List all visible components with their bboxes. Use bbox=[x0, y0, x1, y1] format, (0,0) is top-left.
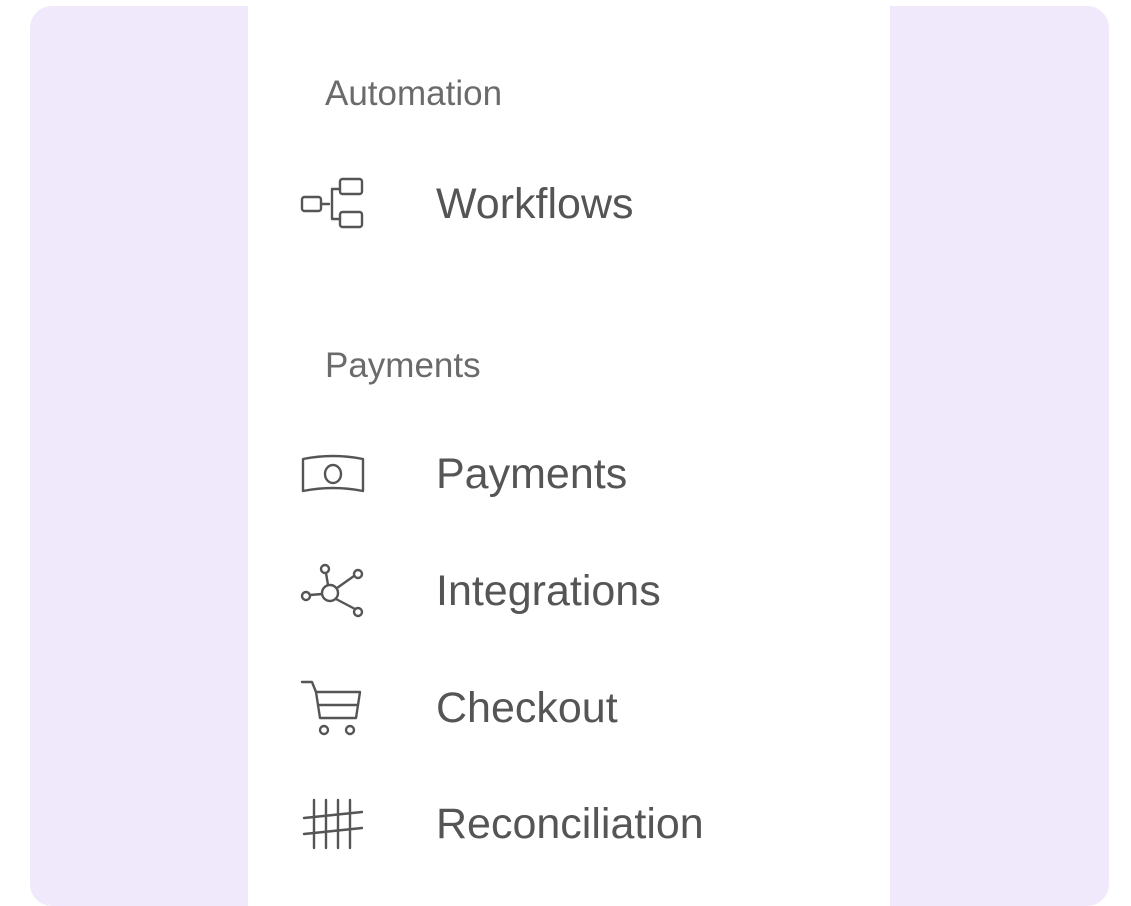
shopping-cart-icon bbox=[300, 678, 370, 738]
banknote-icon bbox=[300, 444, 370, 504]
workflow-icon bbox=[300, 174, 370, 234]
sidebar-item-label: Payments bbox=[436, 449, 628, 498]
background-frame: Automation Workflows Payments Payments I… bbox=[30, 6, 1109, 906]
section-title-automation: Automation bbox=[325, 74, 503, 113]
sidebar-item-workflows[interactable]: Workflows bbox=[300, 174, 860, 234]
section-title-payments: Payments bbox=[325, 346, 481, 385]
sidebar-item-label: Workflows bbox=[436, 179, 634, 228]
network-nodes-icon bbox=[300, 561, 370, 621]
sidebar-item-label: Checkout bbox=[436, 683, 618, 732]
sidebar-item-payments[interactable]: Payments bbox=[300, 444, 860, 504]
tally-marks-icon bbox=[300, 794, 370, 854]
sidebar-item-integrations[interactable]: Integrations bbox=[300, 561, 860, 621]
sidebar-panel: Automation Workflows Payments Payments I… bbox=[248, 6, 890, 906]
sidebar-item-reconciliation[interactable]: Reconciliation bbox=[300, 794, 860, 854]
sidebar-item-label: Integrations bbox=[436, 566, 661, 615]
sidebar-item-checkout[interactable]: Checkout bbox=[300, 678, 860, 738]
sidebar-item-label: Reconciliation bbox=[436, 799, 704, 848]
